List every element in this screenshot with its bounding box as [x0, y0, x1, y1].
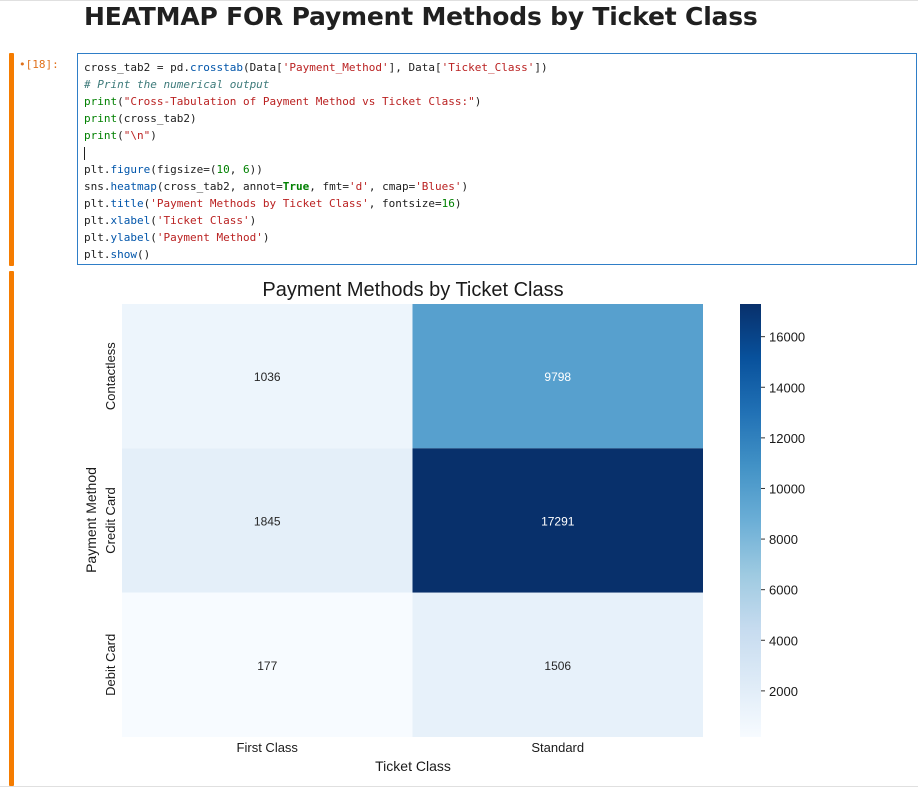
y-tick-label: Debit Card [103, 634, 118, 696]
colorbar-tick-label: 6000 [769, 583, 798, 598]
cell-annotation: 9798 [544, 370, 571, 384]
cell-annotation: 1845 [254, 515, 281, 529]
chart-title: Payment Methods by Ticket Class [262, 279, 563, 301]
y-tick-label: Credit Card [103, 487, 118, 553]
cell-annotation: 17291 [541, 515, 575, 529]
colorbar-tick-label: 12000 [769, 431, 805, 446]
cell-annotation: 1506 [544, 659, 571, 673]
y-tick-label: Contactless [103, 342, 118, 410]
colorbar-tick-label: 10000 [769, 481, 805, 496]
colorbar-tick-label: 4000 [769, 633, 798, 648]
heatmap-chart: Payment Methods by Ticket Class 1036 9798… [83, 279, 805, 774]
y-axis-label: Payment Method [83, 467, 99, 573]
colorbar-tick-label: 14000 [769, 380, 805, 395]
x-tick-label: Standard [531, 740, 584, 755]
colorbar-tick-label: 2000 [769, 684, 798, 699]
bottom-divider [0, 786, 918, 787]
x-tick-label: First Class [237, 740, 299, 755]
colorbar [740, 304, 761, 737]
cell-annotation: 1036 [254, 370, 281, 384]
cell-annotation: 177 [257, 659, 277, 673]
colorbar-tick-label: 8000 [769, 532, 798, 547]
x-axis-label: Ticket Class [375, 758, 451, 774]
colorbar-tick-label: 16000 [769, 330, 805, 345]
